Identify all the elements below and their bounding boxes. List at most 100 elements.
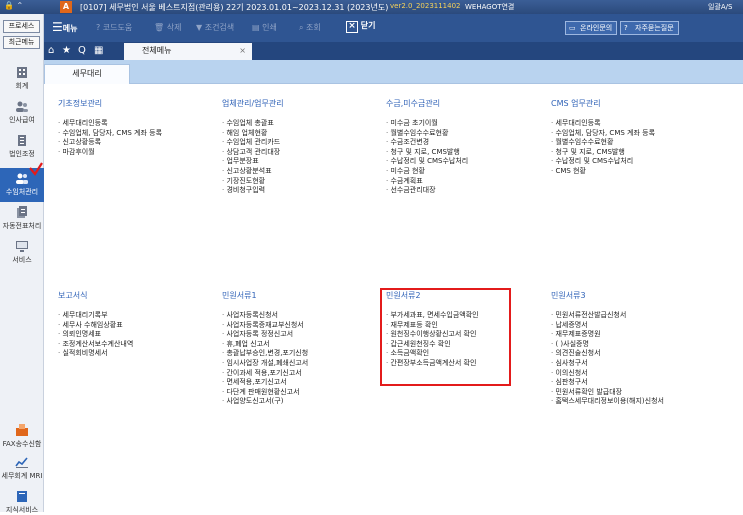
menu-item[interactable]: 수임업체, 담당자, CMS 계좌 등록 xyxy=(58,129,223,139)
menu-item[interactable]: 청구 및 지로, CMS발행 xyxy=(386,148,551,158)
section-reports: 보고서식 세무대리기록부 세무사 수해임상황표 의뢰인명세표 조정계산서보수계산… xyxy=(58,290,223,359)
tab-label: 전체메뉴 xyxy=(142,46,172,55)
faq-button[interactable]: ? 자주묻는질문 xyxy=(620,21,679,35)
section-collection: 수금,미수금관리 미수금 초기이월 월별수임수수료현황 수금조건변경 청구 및 … xyxy=(386,98,551,196)
menu-item[interactable]: 조정계산서보수계산내역 xyxy=(58,340,223,350)
title-bar: 🔒 ⌃ A [0107] 세무법인 서울 베스트지점(관리용) 22기 2023… xyxy=(0,0,743,14)
menu-item[interactable]: CMS 현황 xyxy=(551,167,716,177)
tab-close-icon[interactable]: × xyxy=(239,43,246,59)
menu-item[interactable]: 사업자등록신청서 xyxy=(222,311,387,321)
menu-item[interactable]: 수납정리 및 CMS수납처리 xyxy=(551,157,716,167)
menu-item[interactable]: 사업양도신고서(구) xyxy=(222,397,387,407)
tab-tax-agent[interactable]: 세무대리 xyxy=(44,64,130,84)
book-icon xyxy=(17,491,27,502)
menu-item[interactable]: 선수금관리대장 xyxy=(386,186,551,196)
menu-item[interactable]: 간이과세 적용,포기신고서 xyxy=(222,369,387,379)
grid-icon[interactable]: ▦ xyxy=(94,45,103,56)
menu-item[interactable]: 미수금 초기이월 xyxy=(386,119,551,129)
sidebar-item-accounting[interactable]: 회계 xyxy=(0,66,44,91)
window-label[interactable]: 일괄A/S xyxy=(708,2,732,12)
menu-item[interactable]: 수임업체 관리카드 xyxy=(222,138,387,148)
sidebar-item-corporate[interactable]: 법인조정 xyxy=(0,134,44,159)
menu-item[interactable]: 월별수임수수료현황 xyxy=(386,129,551,139)
menu-item[interactable]: 재무제표증명원 xyxy=(551,330,716,340)
section-basic-info: 기초정보관리 세무대리인등록 수임업체, 담당자, CMS 계좌 등록 신고상황… xyxy=(58,98,223,157)
menu-item[interactable]: 업무분장표 xyxy=(222,157,387,167)
recent-menu-button[interactable]: 최근메뉴 xyxy=(3,36,40,49)
menu-item[interactable]: 사업자등록 정정신고서 xyxy=(222,330,387,340)
menu-item[interactable]: 수임업체 총괄표 xyxy=(222,119,387,129)
code-help-button[interactable]: ? 코드도움 xyxy=(96,22,132,33)
sidebar-item-mri[interactable]: 세무회계 MRI xyxy=(0,456,44,481)
menu-item[interactable]: 기장진도현황 xyxy=(222,177,387,187)
menu-list: 사업자등록신청서 사업자등록증재교부신청서 사업자등록 정정신고서 휴,폐업 신… xyxy=(222,311,387,407)
menu-item[interactable]: ( )사실증명 xyxy=(551,340,716,350)
home-icon[interactable]: ⌂ xyxy=(48,45,54,56)
online-inquiry-button[interactable]: ▭ 온라인문의 xyxy=(565,21,618,35)
building-icon xyxy=(17,67,27,78)
users-icon xyxy=(16,173,28,184)
menu-item[interactable]: 세무사 수해임상황표 xyxy=(58,321,223,331)
print-button[interactable]: ▤ 인쇄 xyxy=(252,22,277,33)
menu-item[interactable]: 의뢰인명세표 xyxy=(58,330,223,340)
menu-item[interactable]: 홈택스세무대리정보이용(해지)신청서 xyxy=(551,397,716,407)
menu-item[interactable]: 민원서류확인 발급대장 xyxy=(551,388,716,398)
menu-item[interactable]: 사업자등록증재교부신청서 xyxy=(222,321,387,331)
process-button[interactable]: 프로세스 xyxy=(3,20,40,33)
menu-item[interactable]: 심사청구서 xyxy=(551,359,716,369)
search-label: 조회 xyxy=(306,23,321,32)
trash-icon: 🗑 xyxy=(154,23,165,32)
menu-item[interactable]: 상담고객 관리대장 xyxy=(222,148,387,158)
menu-item[interactable]: 신고상황등록 xyxy=(58,138,223,148)
menu-item[interactable]: 세무대리인등록 xyxy=(58,119,223,129)
sidebar-item-label: 자동전표처리 xyxy=(2,222,42,230)
delete-label: 삭제 xyxy=(166,23,182,32)
sidebar-item-service[interactable]: 서비스 xyxy=(0,240,44,265)
menu-item[interactable]: 납세증명서 xyxy=(551,321,716,331)
menu-item[interactable]: 휴,폐업 신고서 xyxy=(222,340,387,350)
menu-list: 민원서류전산발급신청서 납세증명서 재무제표증명원 ( )사실증명 의견진술신청… xyxy=(551,311,716,407)
delete-button[interactable]: 🗑 삭제 xyxy=(154,22,181,33)
app-logo: A xyxy=(60,1,72,13)
menu-button[interactable]: ☰메뉴 xyxy=(52,20,78,34)
sidebar-item-auto-voucher[interactable]: 자동전표처리 xyxy=(0,206,44,231)
menu-item[interactable]: 마감후이월 xyxy=(58,148,223,158)
menu-item[interactable]: 경비청구입력 xyxy=(222,186,387,196)
filter-button[interactable]: ▼ 조건검색 xyxy=(196,22,234,33)
menu-item[interactable]: 청구 및 지로, CMS발행 xyxy=(551,148,716,158)
sidebar-item-payroll[interactable]: 인사급여 xyxy=(0,100,44,125)
menu-item[interactable]: 의견진술신청서 xyxy=(551,349,716,359)
sidebar-item-fax[interactable]: FAX송수신함 xyxy=(0,424,44,449)
menu-item[interactable]: 면세적용,포기신고서 xyxy=(222,378,387,388)
search-button[interactable]: ⌕ 조회 xyxy=(299,22,321,33)
menu-item[interactable]: 수납정리 및 CMS수납처리 xyxy=(386,157,551,167)
sidebar-item-knowledge[interactable]: 지식서비스 xyxy=(0,490,44,515)
menu-item[interactable]: 미수금 현황 xyxy=(386,167,551,177)
menu-item[interactable]: 다단계 판매원현황신고서 xyxy=(222,388,387,398)
menu-item[interactable]: 월별수임수수료현황 xyxy=(551,138,716,148)
close-button[interactable]: × 닫기 xyxy=(346,20,376,33)
tab-all-menu[interactable]: 전체메뉴 × xyxy=(124,43,252,60)
menu-item[interactable]: 세무대리기록부 xyxy=(58,311,223,321)
menu-item[interactable]: 수금계획표 xyxy=(386,177,551,187)
menu-item[interactable]: 민원서류전산발급신청서 xyxy=(551,311,716,321)
menu-item[interactable]: 해임 업체현황 xyxy=(222,129,387,139)
menu-item[interactable]: 수금조건변경 xyxy=(386,138,551,148)
star-icon[interactable]: ★ xyxy=(62,45,71,56)
menu-item[interactable]: 심판청구서 xyxy=(551,378,716,388)
connection-label[interactable]: WEHAGOT연결 xyxy=(465,2,514,12)
lock-icon[interactable]: 🔒 ⌃ xyxy=(4,1,23,10)
menu-item[interactable]: 수임업체, 담당자, CMS 계좌 등록 xyxy=(551,129,716,139)
section-title: 기초정보관리 xyxy=(58,99,103,108)
sidebar-item-label: 서비스 xyxy=(12,256,32,264)
menu-item[interactable]: 임시사업장 개설,폐쇄신고서 xyxy=(222,359,387,369)
search-icon[interactable]: Q xyxy=(78,45,86,56)
sidebar-item-label: 회계 xyxy=(15,82,29,90)
menu-item[interactable]: 신고상황분석표 xyxy=(222,167,387,177)
menu-item[interactable]: 세무대리인등록 xyxy=(551,119,716,129)
menu-item[interactable]: 이의신청서 xyxy=(551,369,716,379)
section-business-management: 업체관리/업무관리 수임업체 총괄표 해임 업체현황 수임업체 관리카드 상담고… xyxy=(222,98,387,196)
menu-item[interactable]: 실적회비명세서 xyxy=(58,349,223,359)
faq-label: 자주묻는질문 xyxy=(635,24,674,32)
menu-item[interactable]: 총괄납부승인,변경,포기신청 xyxy=(222,349,387,359)
